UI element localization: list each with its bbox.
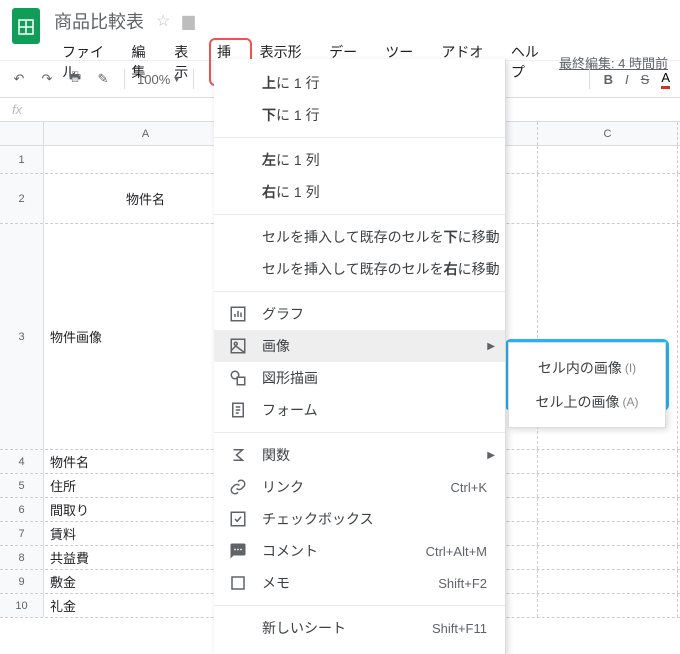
menu-item-label: メモ xyxy=(262,573,424,593)
cell[interactable] xyxy=(538,146,678,173)
menu-item[interactable]: チェックボックス xyxy=(214,503,505,535)
menu-item-label: 関数 xyxy=(262,445,487,465)
menu-item[interactable]: メモ Shift+F2 xyxy=(214,567,505,599)
folder-icon[interactable]: ▆ xyxy=(182,11,194,31)
cell[interactable] xyxy=(538,546,678,569)
form-icon xyxy=(228,401,248,419)
menu-item[interactable]: グラフ xyxy=(214,298,505,330)
zoom-select[interactable]: 100% ▼ xyxy=(137,72,181,87)
cell[interactable] xyxy=(538,474,678,497)
menu-item[interactable]: 画像▶ xyxy=(214,330,505,362)
menu-item[interactable]: セルを挿入して既存のセルを下に移動 xyxy=(214,221,505,253)
menu-item[interactable]: 関数▶ xyxy=(214,439,505,471)
menu-item[interactable]: 右に 1 列 xyxy=(214,176,505,208)
menu-item[interactable]: リンク Ctrl+K xyxy=(214,471,505,503)
cell[interactable] xyxy=(538,594,678,617)
italic-button[interactable]: I xyxy=(625,72,629,87)
bold-button[interactable]: B xyxy=(604,72,613,87)
cell[interactable] xyxy=(538,522,678,545)
menu-item[interactable]: 新しいシート Shift+F11 xyxy=(214,612,505,644)
menu-item-label: グラフ xyxy=(262,304,487,324)
shortcut: Shift+F2 xyxy=(438,576,487,591)
menu-item-label: セルを挿入して既存のセルを下に移動 xyxy=(262,227,500,247)
menu-item-label: 画像 xyxy=(262,336,487,356)
redo-icon[interactable]: ↷ xyxy=(38,71,56,87)
submenu-arrow-icon: ▶ xyxy=(487,450,495,461)
menu-item-label: 左に 1 列 xyxy=(262,150,487,170)
menu-item[interactable]: 図形描画 xyxy=(214,362,505,394)
row-header[interactable]: 2 xyxy=(0,174,44,223)
row-header[interactable]: 6 xyxy=(0,498,44,521)
shortcut: Ctrl+Alt+M xyxy=(426,544,487,559)
row-header[interactable]: 5 xyxy=(0,474,44,497)
menu-item[interactable]: 下に 1 行 xyxy=(214,99,505,131)
menu-file[interactable]: ファイル xyxy=(54,38,123,86)
submenu-image-over-cell[interactable]: セル上の画像(A) xyxy=(509,385,665,419)
note-icon xyxy=(228,574,248,592)
menu-item[interactable]: 上に 1 行 xyxy=(214,67,505,99)
row-header[interactable]: 8 xyxy=(0,546,44,569)
menu-item-label: コメント xyxy=(262,541,412,561)
image-submenu: セル内の画像(I) セル上の画像(A) xyxy=(508,342,666,428)
strike-button[interactable]: S xyxy=(641,72,650,87)
menu-item[interactable]: コメント Ctrl+Alt+M xyxy=(214,535,505,567)
select-all-corner[interactable] xyxy=(0,122,44,145)
link-icon xyxy=(228,478,248,496)
menu-item-label: 上に 1 行 xyxy=(262,73,487,93)
submenu-arrow-icon: ▶ xyxy=(487,341,495,352)
check-icon xyxy=(228,510,248,528)
col-header-c[interactable]: C xyxy=(538,122,678,145)
row-header[interactable]: 4 xyxy=(0,450,44,473)
cell[interactable] xyxy=(538,570,678,593)
menu-item-label: セルを挿入して既存のセルを右に移動 xyxy=(262,259,500,279)
menu-item[interactable]: フォーム xyxy=(214,394,505,426)
sigma-icon xyxy=(228,446,248,464)
drawing-icon xyxy=(228,369,248,387)
menu-item[interactable]: セルを挿入して既存のセルを右に移動 xyxy=(214,253,505,285)
text-color-button[interactable]: A xyxy=(661,70,670,89)
menu-item-label: 右に 1 列 xyxy=(262,182,487,202)
undo-icon[interactable]: ↶ xyxy=(10,71,28,87)
menu-help[interactable]: ヘルプ xyxy=(503,38,559,86)
row-header[interactable]: 3 xyxy=(0,224,44,449)
comment-icon xyxy=(228,542,248,560)
row-header[interactable]: 10 xyxy=(0,594,44,617)
submenu-image-in-cell[interactable]: セル内の画像(I) xyxy=(509,351,665,385)
menu-item-label: フォーム xyxy=(262,400,487,420)
menu-item-label: 新しいシート xyxy=(262,618,418,638)
menu-item-label: 図形描画 xyxy=(262,368,487,388)
cell[interactable] xyxy=(538,450,678,473)
sheets-logo xyxy=(12,8,40,44)
menu-item-label: リンク xyxy=(262,477,437,497)
header: 商品比較表 ☆ ▆ ファイル 編集 表示 挿入 表示形式 データ ツール アドオ… xyxy=(0,0,680,60)
cell[interactable] xyxy=(538,174,678,223)
star-icon[interactable]: ☆ xyxy=(156,11,170,31)
row-header[interactable]: 1 xyxy=(0,146,44,173)
doc-title[interactable]: 商品比較表 xyxy=(54,8,144,34)
print-icon[interactable]: 🖶 xyxy=(66,68,84,90)
menu-item-label: チェックボックス xyxy=(262,509,487,529)
image-icon xyxy=(228,337,248,355)
insert-menu: 上に 1 行下に 1 行左に 1 列右に 1 列セルを挿入して既存のセルを下に移… xyxy=(214,59,506,654)
chart-icon xyxy=(228,305,248,323)
menu-item[interactable]: 左に 1 列 xyxy=(214,144,505,176)
row-header[interactable]: 9 xyxy=(0,570,44,593)
shortcut: Ctrl+K xyxy=(451,480,487,495)
cell[interactable] xyxy=(538,498,678,521)
shortcut: Shift+F11 xyxy=(432,621,487,636)
paint-format-icon[interactable]: ✎ xyxy=(94,71,112,87)
row-header[interactable]: 7 xyxy=(0,522,44,545)
menu-item-label: 下に 1 行 xyxy=(262,105,487,125)
